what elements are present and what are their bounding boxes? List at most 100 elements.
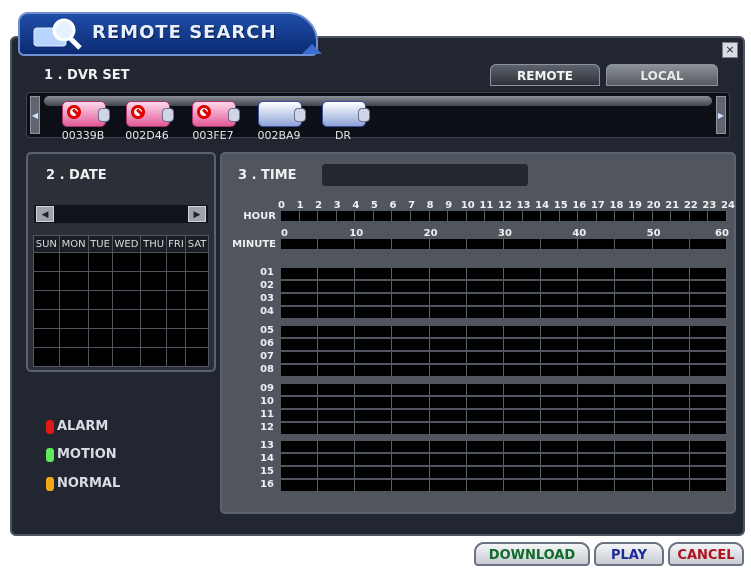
timeline-segment[interactable]	[578, 326, 616, 337]
timeline-segment[interactable]	[355, 365, 393, 376]
timeline-segment[interactable]	[467, 384, 504, 395]
timeline-segment[interactable]	[355, 397, 393, 408]
timeline-segment[interactable]	[430, 480, 467, 491]
timeline-segment[interactable]	[430, 326, 467, 337]
minute-bar[interactable]	[281, 239, 727, 249]
minute-cell[interactable]	[615, 239, 653, 249]
timeline-segment[interactable]	[578, 307, 616, 318]
timeline-segment[interactable]	[318, 365, 356, 376]
calendar-cell[interactable]	[185, 309, 209, 329]
calendar-next-button[interactable]: ▶	[188, 206, 206, 222]
timeline-segment[interactable]	[318, 294, 356, 305]
timeline-segment[interactable]	[281, 365, 319, 376]
calendar-cell[interactable]	[58, 290, 89, 310]
timeline-segment[interactable]	[615, 480, 653, 491]
hour-cell[interactable]	[689, 211, 709, 221]
calendar-cell[interactable]	[58, 271, 89, 291]
calendar-cell[interactable]	[33, 309, 60, 329]
timeline-segment[interactable]	[690, 294, 727, 305]
timeline-segment[interactable]	[467, 397, 504, 408]
timeline-segment[interactable]	[653, 294, 690, 305]
calendar-cell[interactable]	[33, 328, 60, 348]
timeline-segment[interactable]	[467, 352, 504, 363]
timeline-segment[interactable]	[541, 268, 579, 279]
channel-timeline-row[interactable]	[281, 410, 727, 421]
timeline-segment[interactable]	[355, 268, 393, 279]
calendar-cell[interactable]	[111, 347, 142, 367]
timeline-segment[interactable]	[541, 441, 579, 452]
timeline-segment[interactable]	[653, 339, 690, 350]
timeline-segment[interactable]	[318, 384, 356, 395]
timeline-segment[interactable]	[318, 307, 356, 318]
calendar-cell[interactable]	[165, 271, 187, 291]
timeline-segment[interactable]	[392, 294, 430, 305]
timeline-segment[interactable]	[355, 352, 393, 363]
timeline-segment[interactable]	[653, 397, 690, 408]
timeline-segment[interactable]	[690, 326, 727, 337]
hour-cell[interactable]	[318, 211, 337, 221]
minute-cell[interactable]	[355, 239, 393, 249]
timeline-segment[interactable]	[318, 410, 356, 421]
timeline-segment[interactable]	[615, 384, 653, 395]
hour-cell[interactable]	[522, 211, 542, 221]
timeline-segment[interactable]	[318, 467, 356, 478]
timeline-segment[interactable]	[653, 441, 690, 452]
channel-timeline-row[interactable]	[281, 294, 727, 305]
timeline-segment[interactable]	[541, 352, 579, 363]
timeline-segment[interactable]	[392, 480, 430, 491]
timeline-segment[interactable]	[318, 454, 356, 465]
timeline-segment[interactable]	[430, 294, 467, 305]
timeline-segment[interactable]	[318, 281, 356, 292]
hour-cell[interactable]	[466, 211, 486, 221]
timeline-segment[interactable]	[392, 268, 430, 279]
timeline-segment[interactable]	[318, 352, 356, 363]
calendar-cell[interactable]	[33, 290, 60, 310]
timeline-segment[interactable]	[392, 281, 430, 292]
hour-cell[interactable]	[411, 211, 430, 221]
timeline-segment[interactable]	[430, 410, 467, 421]
calendar-cell[interactable]	[140, 309, 167, 329]
timeline-segment[interactable]	[318, 441, 356, 452]
timeline-segment[interactable]	[430, 423, 467, 434]
minute-cell[interactable]	[429, 239, 467, 249]
timeline-segment[interactable]	[392, 441, 430, 452]
channel-timeline-row[interactable]	[281, 339, 727, 350]
download-button[interactable]: DOWNLOAD	[474, 542, 590, 566]
calendar-cell[interactable]	[58, 328, 89, 348]
hour-cell[interactable]	[485, 211, 504, 221]
calendar-cell[interactable]	[185, 328, 209, 348]
calendar-cell[interactable]	[165, 347, 187, 367]
timeline-segment[interactable]	[615, 454, 653, 465]
timeline-segment[interactable]	[355, 339, 393, 350]
dvr-scroll-left-button[interactable]: ◀	[30, 96, 40, 134]
timeline-segment[interactable]	[690, 339, 727, 350]
timeline-segment[interactable]	[578, 384, 616, 395]
channel-timeline-row[interactable]	[281, 441, 727, 452]
timeline-segment[interactable]	[653, 326, 690, 337]
timeline-segment[interactable]	[690, 352, 727, 363]
timeline-segment[interactable]	[392, 423, 430, 434]
minute-cell[interactable]	[466, 239, 504, 249]
hour-cell[interactable]	[392, 211, 412, 221]
timeline-segment[interactable]	[653, 410, 690, 421]
timeline-segment[interactable]	[504, 441, 542, 452]
timeline-segment[interactable]	[504, 326, 542, 337]
channel-timeline-row[interactable]	[281, 397, 727, 408]
timeline-segment[interactable]	[355, 441, 393, 452]
timeline-segment[interactable]	[690, 384, 727, 395]
timeline-segment[interactable]	[504, 454, 542, 465]
timeline-segment[interactable]	[318, 339, 356, 350]
timeline-segment[interactable]	[504, 352, 542, 363]
timeline-segment[interactable]	[615, 294, 653, 305]
timeline-segment[interactable]	[430, 281, 467, 292]
timeline-segment[interactable]	[430, 441, 467, 452]
timeline-segment[interactable]	[355, 423, 393, 434]
timeline-segment[interactable]	[430, 365, 467, 376]
timeline-segment[interactable]	[281, 294, 319, 305]
calendar-cell[interactable]	[185, 271, 209, 291]
play-button[interactable]: PLAY	[594, 542, 664, 566]
hour-cell[interactable]	[578, 211, 597, 221]
timeline-segment[interactable]	[281, 410, 319, 421]
timeline-segment[interactable]	[615, 268, 653, 279]
timeline-segment[interactable]	[578, 467, 616, 478]
